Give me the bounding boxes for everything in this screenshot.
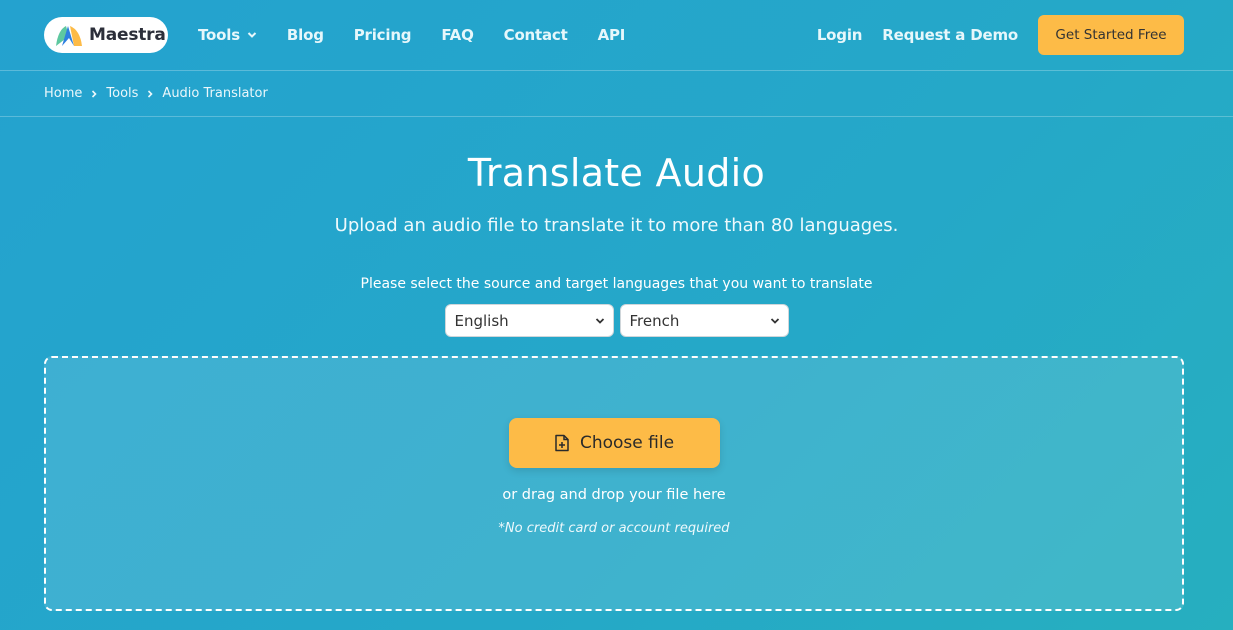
drag-drop-text: or drag and drop your file here [502,487,726,503]
source-language-select[interactable]: English [444,304,614,337]
source-language-value: English [454,311,509,330]
site-header: Maestra Tools Blog Pricing FAQ Contact A… [0,0,1233,71]
login-link[interactable]: Login [817,26,863,44]
language-selects: English French [0,304,1233,337]
logo-text: Maestra [89,25,166,45]
file-dropzone[interactable]: Choose file or drag and drop your file h… [44,356,1184,611]
chevron-down-icon [595,317,604,324]
nav-contact[interactable]: Contact [504,26,568,44]
page-subtitle: Upload an audio file to translate it to … [334,215,899,236]
request-demo-link[interactable]: Request a Demo [882,26,1018,44]
nav-api[interactable]: API [598,26,626,44]
logo[interactable]: Maestra [44,17,168,53]
nav-blog[interactable]: Blog [287,26,324,44]
no-credit-card-note: *No credit card or account required [498,521,730,536]
file-add-icon [555,434,569,452]
language-select-label: Please select the source and target lang… [360,276,873,292]
chevron-right-icon [92,89,98,98]
chevron-right-icon [148,89,154,98]
choose-file-label: Choose file [579,433,675,453]
maestra-logo-icon [56,26,82,46]
nav-tools[interactable]: Tools [198,26,257,44]
target-language-value: French [629,311,680,330]
get-started-button[interactable]: Get Started Free [1038,15,1184,55]
main-nav: Tools Blog Pricing FAQ Contact API [198,26,655,44]
main-content: Translate Audio Upload an audio file to … [0,151,1233,337]
target-language-select[interactable]: French [619,304,789,337]
choose-file-button[interactable]: Choose file [508,418,720,468]
breadcrumb-current: Audio Translator [162,86,268,101]
chevron-down-icon [247,32,257,38]
nav-faq[interactable]: FAQ [441,26,473,44]
page-title: Translate Audio [467,151,766,195]
breadcrumb-home[interactable]: Home [44,86,82,101]
nav-tools-label: Tools [198,26,240,44]
breadcrumb: Home Tools Audio Translator [0,71,1233,117]
chevron-down-icon [770,317,779,324]
account-nav: Login Request a Demo Get Started Free [817,15,1184,55]
breadcrumb-tools[interactable]: Tools [106,86,138,101]
nav-pricing[interactable]: Pricing [354,26,412,44]
